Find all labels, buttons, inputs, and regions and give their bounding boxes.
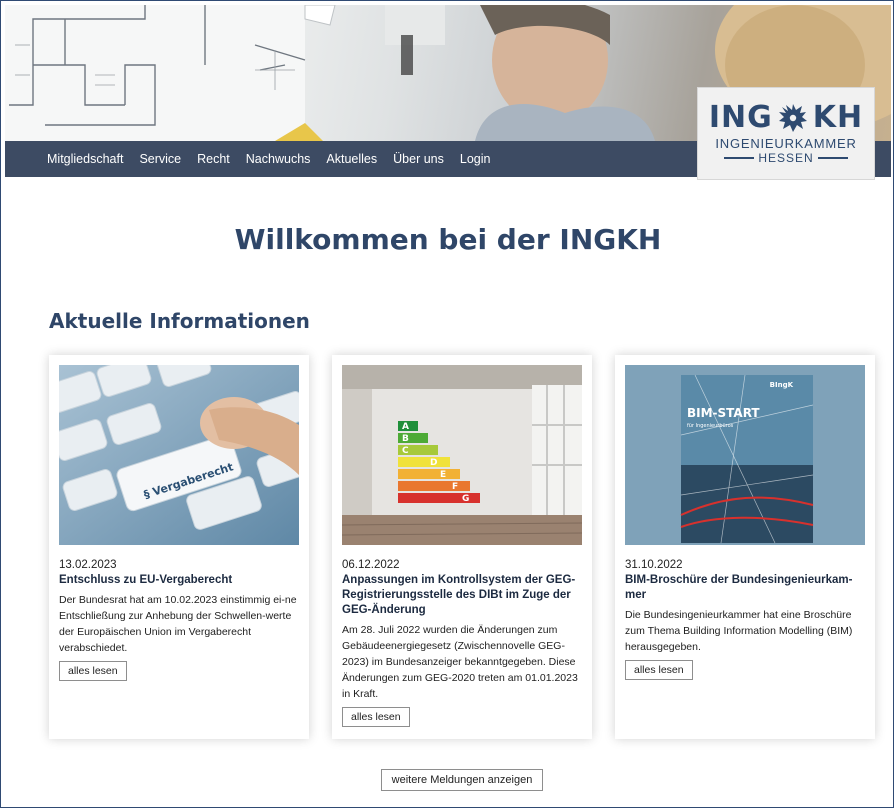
card-body: Anpassungen im Kontrollsystem der GEG-Re… — [342, 573, 584, 727]
page-title: Willkommen bei der INGKH — [234, 223, 662, 256]
card-text: Der Bundesrat hat am 10.02.2023 einstimm… — [59, 594, 297, 654]
logo-rule-left — [724, 157, 755, 159]
keyboard-image: § Vergaberecht — [59, 365, 299, 545]
logo-text-right: KH — [812, 100, 864, 135]
news-card: BIngK BIM-START für Ingenieurbüros 31.10… — [615, 355, 875, 739]
card-text: Am 28. Juli 2022 wurden die Änderungen z… — [342, 624, 578, 700]
read-more-button[interactable]: alles lesen — [342, 707, 410, 727]
section-title: Aktuelle Informationen — [49, 309, 310, 333]
nav-item-ueber-uns[interactable]: Über uns — [393, 152, 444, 166]
logo-subtitle: INGENIEURKAMMER — [715, 136, 857, 151]
nav-menu: Mitgliedschaft Service Recht Nachwuchs A… — [5, 141, 490, 177]
bim-brochure-image: BIngK BIM-START für Ingenieurbüros — [625, 365, 865, 545]
news-card: A B C D E F G 06.12.2022 Anpassungen im … — [332, 355, 592, 739]
energy-label-image: A B C D E F G — [342, 365, 582, 545]
ingkh-logo[interactable]: ING KH INGENIEURKAMMER HESSEN — [697, 87, 875, 180]
logo-text-left: ING — [708, 100, 773, 135]
logo-region: HESSEN — [720, 151, 851, 165]
logo-wordmark: ING KH — [709, 102, 863, 134]
card-image-vergaberecht[interactable]: § Vergaberecht — [59, 365, 299, 545]
hessen-lion-icon — [778, 104, 807, 132]
bim-cover-title: BIM-START — [687, 406, 760, 420]
more-news-button[interactable]: weitere Meldungen anzeigen — [381, 769, 543, 791]
energy-class-g: G — [462, 494, 469, 504]
site-header: Mitgliedschaft Service Recht Nachwuchs A… — [5, 5, 891, 180]
page-frame: Mitgliedschaft Service Recht Nachwuchs A… — [0, 0, 894, 808]
nav-item-aktuelles[interactable]: Aktuelles — [326, 152, 377, 166]
nav-item-service[interactable]: Service — [139, 152, 181, 166]
card-text: Die Bundesingenieurkammer hat eine Brosc… — [625, 609, 853, 653]
nav-item-mitgliedschaft[interactable]: Mitgliedschaft — [47, 152, 123, 166]
energy-class-e: E — [440, 470, 446, 480]
card-image-bim[interactable]: BIngK BIM-START für Ingenieurbüros — [625, 365, 865, 545]
logo-region-text: HESSEN — [758, 151, 814, 165]
news-card: § Vergaberecht 13.02.2023 Entschluss zu … — [49, 355, 309, 739]
nav-item-recht[interactable]: Recht — [197, 152, 230, 166]
energy-class-f: F — [452, 482, 458, 492]
card-title[interactable]: Anpassungen im Kontrollsystem der GEG-Re… — [342, 573, 584, 618]
card-title[interactable]: Entschluss zu EU-Vergaberecht — [59, 573, 301, 588]
nav-item-login[interactable]: Login — [460, 152, 491, 166]
card-title[interactable]: BIM-Broschüre der Bundesingenieurkam-mer — [625, 573, 867, 603]
card-date: 31.10.2022 — [625, 559, 683, 571]
logo-rule-right — [817, 157, 848, 159]
card-date: 13.02.2023 — [59, 559, 117, 571]
energy-class-a: A — [402, 422, 409, 432]
nav-item-nachwuchs[interactable]: Nachwuchs — [246, 152, 311, 166]
bim-cover-subtitle: für Ingenieurbüros — [687, 423, 734, 429]
card-image-energy[interactable]: A B C D E F G — [342, 365, 582, 545]
card-body: Entschluss zu EU-Vergaberecht Der Bundes… — [59, 573, 301, 681]
energy-class-d: D — [430, 458, 437, 468]
card-body: BIM-Broschüre der Bundesingenieurkam-mer… — [625, 573, 867, 680]
bim-brand-text: BIngK — [770, 381, 794, 389]
read-more-button[interactable]: alles lesen — [59, 661, 127, 681]
read-more-button[interactable]: alles lesen — [625, 660, 693, 680]
energy-class-b: B — [402, 434, 409, 444]
card-date: 06.12.2022 — [342, 559, 400, 571]
energy-class-c: C — [402, 446, 409, 456]
